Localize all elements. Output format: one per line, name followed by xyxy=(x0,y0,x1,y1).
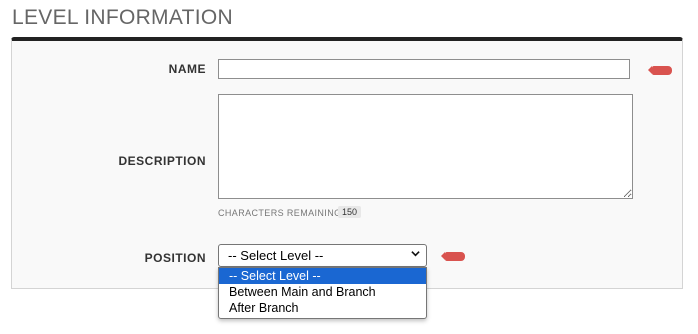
description-textarea[interactable] xyxy=(218,94,633,199)
name-label: NAME xyxy=(168,62,206,76)
position-option-between-main-and-branch[interactable]: Between Main and Branch xyxy=(219,284,426,300)
position-dropdown-list: -- Select Level -- Between Main and Bran… xyxy=(218,267,427,319)
position-select-value: -- Select Level -- xyxy=(228,248,324,263)
characters-remaining-label: CHARACTERS REMAINING xyxy=(218,208,342,218)
description-label: DESCRIPTION xyxy=(118,154,206,168)
position-option-select-level[interactable]: -- Select Level -- xyxy=(219,268,426,284)
position-label: POSITION xyxy=(144,251,206,265)
required-marker-icon xyxy=(648,66,672,75)
position-select[interactable]: -- Select Level -- xyxy=(218,244,427,267)
chevron-down-icon xyxy=(411,251,420,257)
required-marker-icon xyxy=(441,252,465,261)
name-input[interactable] xyxy=(218,59,630,79)
page-title: LEVEL INFORMATION xyxy=(12,6,233,29)
characters-remaining-count: 150 xyxy=(338,206,362,218)
position-option-after-branch[interactable]: After Branch xyxy=(219,300,426,316)
